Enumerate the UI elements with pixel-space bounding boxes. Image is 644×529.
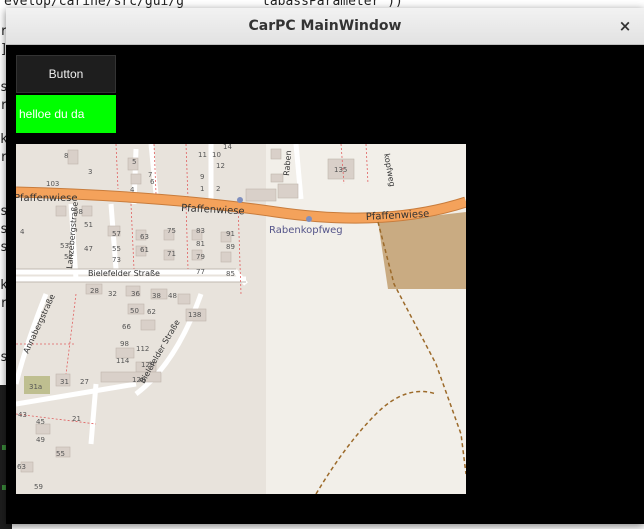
svg-text:66: 66 [122,323,131,331]
svg-text:135: 135 [334,166,347,174]
close-icon[interactable]: × [616,17,634,35]
svg-text:89: 89 [226,243,235,251]
svg-text:129: 129 [141,361,154,369]
svg-text:75: 75 [167,227,176,235]
svg-text:31: 31 [60,378,69,386]
map-poi [306,216,312,222]
svg-text:85: 85 [226,270,235,278]
svg-text:21: 21 [72,415,81,423]
svg-text:4: 4 [130,186,135,194]
window-content: Button helloe du da Pfaffenwiese Pfaffen… [6,45,644,524]
street-label: Bielefelder Straße [88,269,160,278]
poi-label: Rabenkopfweg [269,225,343,236]
svg-text:49: 49 [36,436,45,444]
svg-text:3: 3 [88,168,92,176]
svg-text:128: 128 [132,376,145,384]
svg-text:36: 36 [131,290,140,298]
svg-text:51: 51 [84,221,93,229]
green-label: helloe du da [16,95,116,133]
svg-text:12: 12 [216,162,225,170]
map-view[interactable]: Pfaffenwiese Pfaffenwiese Pfaffenwiese R… [16,144,466,494]
main-button[interactable]: Button [16,55,116,93]
svg-text:59: 59 [34,483,43,491]
main-button-label: Button [48,67,84,81]
svg-text:10: 10 [212,151,221,159]
svg-text:31a: 31a [29,383,42,391]
svg-text:32: 32 [108,290,117,298]
svg-text:114: 114 [116,357,130,365]
svg-text:98: 98 [120,340,129,348]
svg-text:53: 53 [60,242,69,250]
street-label: Pfaffenwiese [16,193,78,204]
window-title: CarPC MainWindow [248,18,402,34]
svg-text:63: 63 [17,463,26,471]
svg-text:47: 47 [84,245,93,253]
svg-text:6: 6 [150,178,155,186]
svg-text:9: 9 [200,173,204,181]
svg-text:79: 79 [196,253,205,261]
svg-text:2: 2 [216,185,220,193]
svg-text:14: 14 [223,144,232,151]
svg-text:55: 55 [112,245,121,253]
map-canvas: Pfaffenwiese Pfaffenwiese Pfaffenwiese R… [16,144,466,494]
svg-text:5: 5 [132,158,136,166]
svg-text:73: 73 [112,256,121,264]
svg-text:45: 45 [36,418,45,426]
svg-text:112: 112 [136,345,149,353]
svg-text:50: 50 [130,307,139,315]
window-titlebar[interactable]: CarPC MainWindow × [6,8,644,45]
main-window: CarPC MainWindow × Button helloe du da P… [6,8,644,524]
svg-text:11: 11 [198,151,207,159]
svg-text:4: 4 [20,228,25,236]
svg-text:77: 77 [196,268,205,276]
svg-text:103: 103 [46,180,59,188]
svg-text:27: 27 [80,378,89,386]
svg-text:55: 55 [56,450,65,458]
svg-text:48: 48 [168,292,177,300]
svg-text:81: 81 [196,240,205,248]
svg-text:1: 1 [200,185,204,193]
svg-text:91: 91 [226,230,235,238]
svg-text:83: 83 [196,227,205,235]
farmland-area [378,212,466,289]
svg-text:138: 138 [188,311,201,319]
svg-text:28: 28 [90,287,99,295]
svg-text:63: 63 [140,233,149,241]
map-poi [237,197,243,203]
svg-text:8: 8 [64,152,68,160]
svg-text:58: 58 [74,208,83,216]
svg-text:43: 43 [18,411,27,419]
svg-text:52: 52 [64,253,73,261]
svg-text:61: 61 [140,246,149,254]
svg-text:38: 38 [152,292,161,300]
svg-text:71: 71 [167,250,176,258]
svg-text:62: 62 [147,308,156,316]
svg-text:57: 57 [112,230,121,238]
